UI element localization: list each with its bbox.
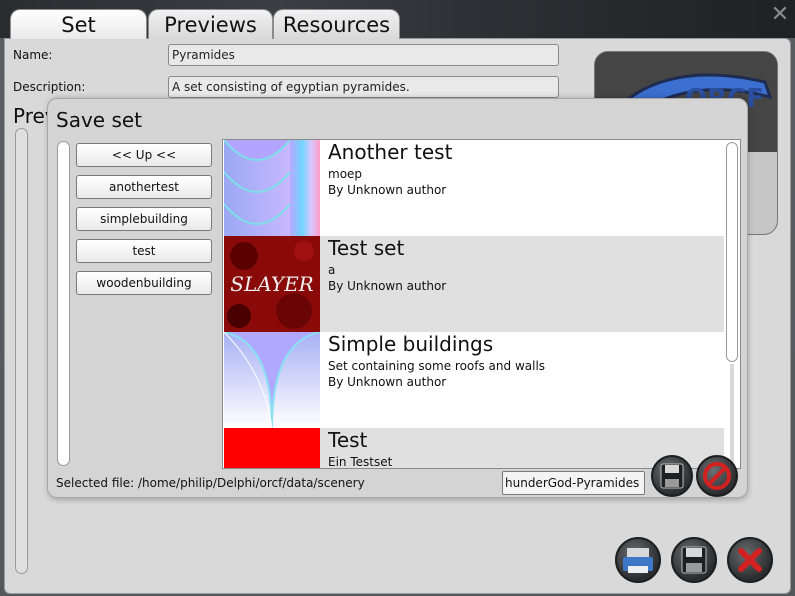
- item-title: Simple buildings: [328, 332, 494, 356]
- set-thumbnail: [224, 140, 320, 236]
- directory-scrollbar[interactable]: [57, 141, 70, 466]
- file-list-scroll-track[interactable]: [730, 364, 734, 468]
- save-set-dialog: Save set << Up << anothertest simplebuil…: [47, 98, 748, 498]
- close-button[interactable]: [727, 537, 773, 583]
- item-description: moep: [328, 167, 363, 181]
- item-author: By Unknown author: [328, 375, 447, 389]
- item-author: By Unknown author: [328, 279, 447, 293]
- close-x-icon: [738, 548, 762, 572]
- item-title: Another test: [328, 140, 453, 164]
- list-item[interactable]: Another test moep By Unknown author: [224, 140, 724, 236]
- set-thumbnail: [224, 428, 320, 468]
- item-author: By Unknown author: [328, 183, 447, 197]
- save-button[interactable]: [671, 537, 717, 583]
- set-thumbnail: SLAYER: [224, 236, 320, 332]
- dialog-title: Save set: [56, 108, 143, 132]
- floppy-disk-icon: [681, 546, 707, 574]
- selected-file-path: Selected file: /home/philip/Delphi/orcf/…: [56, 476, 365, 490]
- dir-up-button[interactable]: << Up <<: [76, 143, 212, 167]
- print-button[interactable]: [615, 537, 661, 583]
- set-thumbnail: [224, 332, 320, 428]
- list-item[interactable]: SLAYER Test set a By Unknown author: [224, 236, 724, 332]
- floppy-disk-icon: [660, 463, 684, 489]
- no-entry-icon: [703, 462, 731, 490]
- description-input[interactable]: A set consisting of egyptian pyramides.: [168, 76, 559, 98]
- preview-scrollbar[interactable]: [15, 128, 28, 574]
- description-label: Description:: [13, 80, 86, 94]
- list-item[interactable]: Test Ein Testset: [224, 428, 724, 469]
- dir-test-button[interactable]: test: [76, 239, 212, 263]
- file-list: Another test moep By Unknown author SLAY…: [222, 139, 741, 469]
- file-list-scrollbar[interactable]: [726, 142, 738, 362]
- dialog-cancel-button[interactable]: [696, 455, 738, 497]
- dir-woodenbuilding-button[interactable]: woodenbuilding: [76, 271, 212, 295]
- window-close-icon[interactable]: ✕: [767, 2, 793, 28]
- slayer-logo-text: SLAYER: [230, 272, 313, 296]
- item-description: Ein Testset: [328, 455, 393, 469]
- item-title: Test set: [328, 236, 405, 260]
- dialog-save-button[interactable]: [651, 455, 693, 497]
- name-input[interactable]: Pyramides: [168, 44, 559, 66]
- item-description: a: [328, 263, 336, 277]
- item-description: Set containing some roofs and walls: [328, 359, 546, 373]
- filename-input[interactable]: hunderGod-Pyramides: [502, 471, 645, 495]
- printer-icon: [623, 548, 653, 573]
- tab-resources[interactable]: Resources: [273, 9, 400, 39]
- tab-set[interactable]: Set: [10, 9, 147, 39]
- dir-simplebuilding-button[interactable]: simplebuilding: [76, 207, 212, 231]
- name-label: Name:: [13, 48, 53, 62]
- tab-previews[interactable]: Previews: [148, 9, 273, 39]
- dir-anothertest-button[interactable]: anothertest: [76, 175, 212, 199]
- list-item[interactable]: Simple buildings Set containing some roo…: [224, 332, 724, 428]
- item-title: Test: [328, 428, 368, 452]
